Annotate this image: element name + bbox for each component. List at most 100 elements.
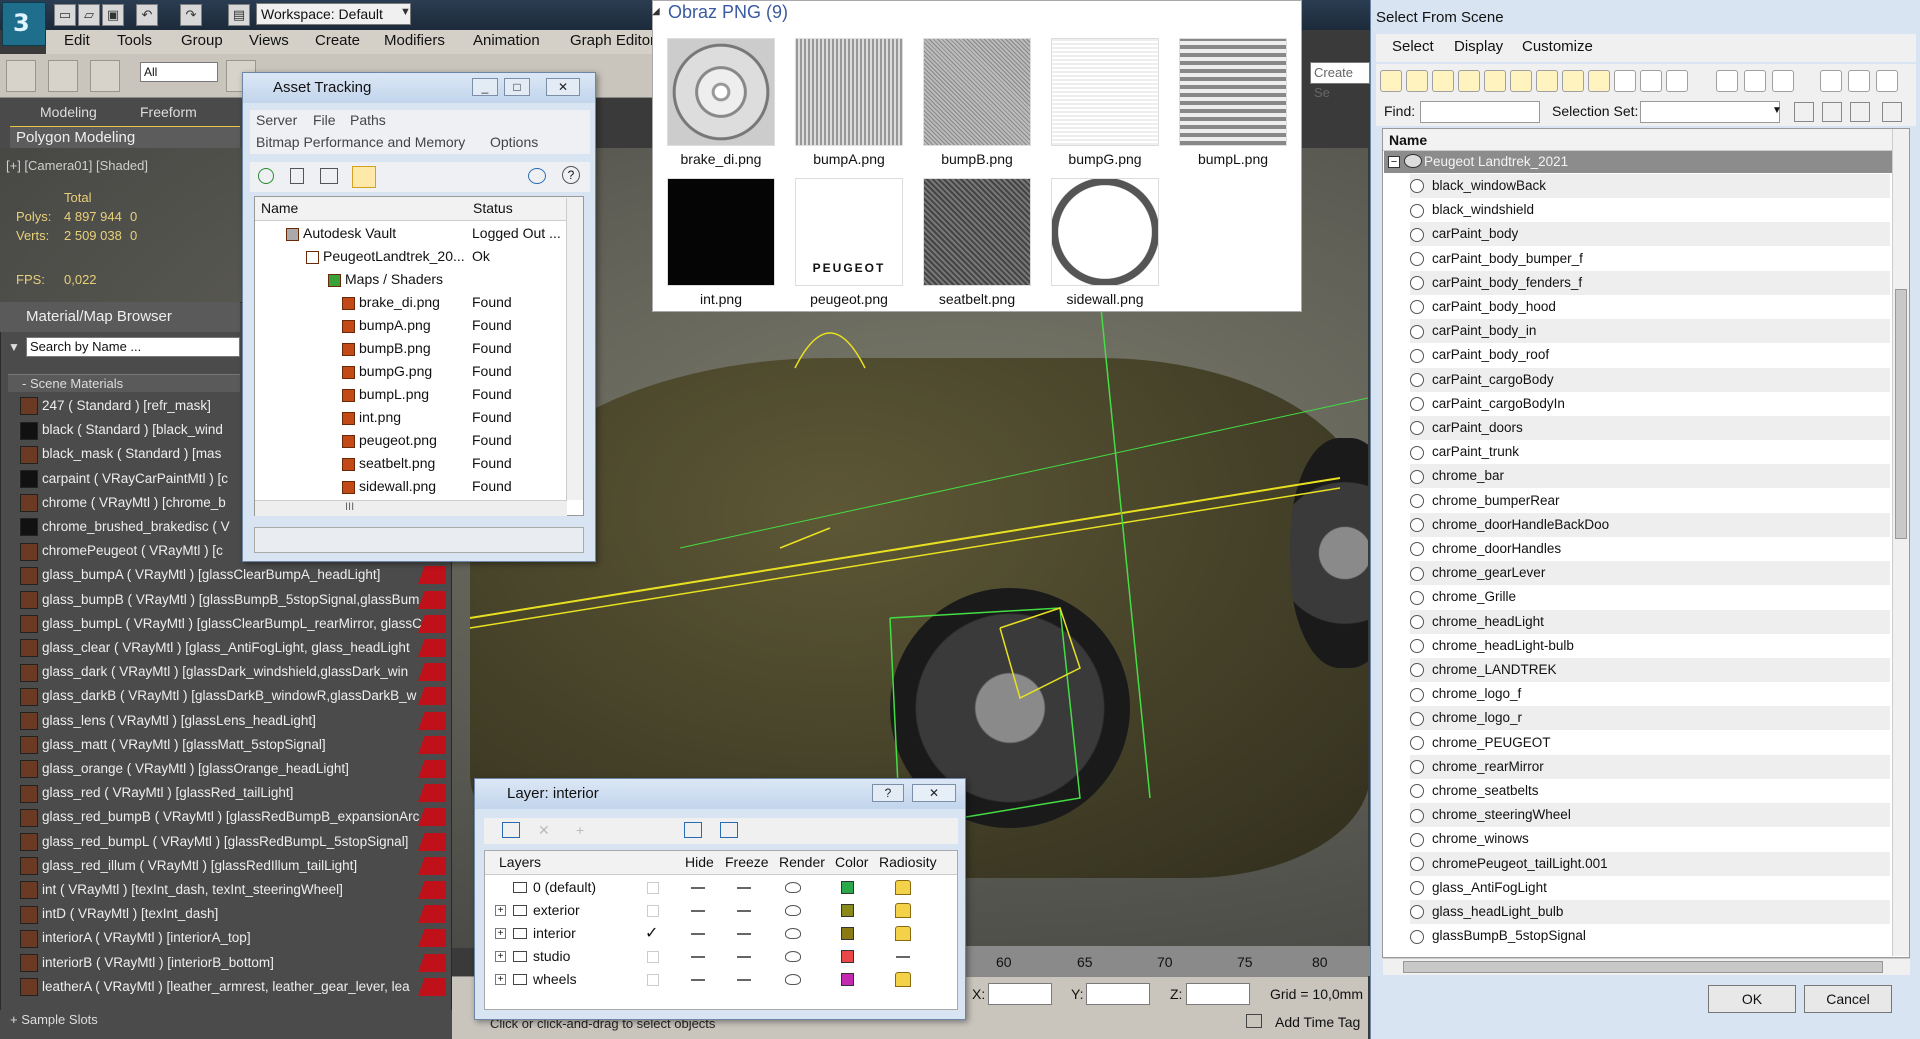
layer-color-swatch[interactable] [841, 927, 854, 940]
scene-list-horizontal-scrollbar[interactable] [1383, 958, 1910, 975]
redo-icon[interactable]: ↷ [180, 4, 202, 26]
col-layers[interactable]: Layers [499, 854, 541, 870]
menu-select[interactable]: Select [1392, 38, 1434, 55]
sample-slots-group[interactable]: + Sample Slots [0, 1010, 452, 1039]
scene-object-row[interactable]: carPaint_body_fenders_f [1410, 270, 1890, 295]
display-frozen-icon[interactable] [1640, 70, 1662, 92]
freeze-toggle[interactable] [737, 933, 751, 935]
material-item[interactable]: glass_bumpL ( VRayMtl ) [glassClearBumpL… [20, 613, 446, 635]
png-thumbnail[interactable] [795, 38, 903, 146]
workspace-chevron-icon[interactable]: ▼ [400, 6, 411, 18]
radiosity-icon[interactable] [895, 926, 911, 941]
scene-object-row[interactable]: chrome_logo_r [1410, 706, 1890, 731]
menu-modifiers[interactable]: Modifiers [384, 32, 445, 49]
scene-list-vertical-scrollbar[interactable] [1892, 129, 1909, 956]
current-layer-checkbox[interactable] [647, 882, 659, 894]
expand-toggle-icon[interactable]: + [495, 974, 506, 985]
col-name[interactable]: Name [261, 200, 298, 216]
expand-toggle-icon[interactable]: + [495, 905, 506, 916]
col-color[interactable]: Color [835, 854, 868, 870]
selection-filter-dropdown[interactable]: All [140, 62, 218, 82]
menu-graph-editors[interactable]: Graph Editors [570, 32, 663, 49]
layer-row[interactable]: + wheels [485, 968, 957, 991]
layer-color-swatch[interactable] [841, 904, 854, 917]
list-view-icon[interactable] [290, 168, 304, 184]
png-thumbnail[interactable] [923, 38, 1031, 146]
col-status[interactable]: Status [473, 200, 513, 216]
material-item[interactable]: glass_orange ( VRayMtl ) [glassOrange_he… [20, 758, 446, 780]
png-thumbnail[interactable] [1051, 178, 1159, 286]
display-shapes-icon[interactable] [1406, 70, 1428, 92]
scene-object-row[interactable]: carPaint_body_in [1410, 319, 1890, 344]
y-coord-input[interactable] [1086, 983, 1150, 1005]
selection-set-dropdown[interactable] [1640, 101, 1780, 123]
hide-toggle[interactable] [691, 956, 705, 958]
freeze-toggle[interactable] [737, 956, 751, 958]
create-selection-set-input[interactable]: Create Se [1310, 62, 1370, 100]
undo-icon[interactable]: ↶ [136, 4, 158, 26]
display-hidden-icon[interactable] [1666, 70, 1688, 92]
scene-object-row[interactable]: carPaint_cargoBodyIn [1410, 392, 1890, 416]
render-teapot-icon[interactable] [785, 974, 801, 985]
material-item[interactable]: interiorB ( VRayMtl ) [interiorB_bottom] [20, 952, 446, 974]
menu-views[interactable]: Views [249, 32, 289, 49]
layer-close-button[interactable]: ✕ [912, 784, 956, 802]
scene-object-row[interactable]: chrome_LANDTREK [1410, 658, 1890, 682]
scene-object-row[interactable]: chromePeugeot_tailLight.001 [1410, 851, 1890, 876]
scene-object-row[interactable]: chrome_bumperRear [1410, 489, 1890, 513]
add-time-tag-button[interactable]: Add Time Tag [1275, 1014, 1360, 1030]
layer-row[interactable]: 0 (default) [485, 876, 957, 899]
png-thumbnail[interactable] [1179, 38, 1287, 146]
render-teapot-icon[interactable] [785, 882, 801, 893]
scene-object-row[interactable]: glassBumpB_5stopSignal [1410, 924, 1890, 948]
current-layer-checkbox[interactable] [647, 974, 659, 986]
new-layer-icon[interactable] [502, 822, 520, 838]
material-item[interactable]: intD ( VRayMtl ) [texInt_dash] [20, 903, 446, 925]
scene-object-row[interactable]: black_windshield [1410, 198, 1890, 222]
layer-color-swatch[interactable] [841, 950, 854, 963]
scene-object-row[interactable]: chrome_gearLever [1410, 561, 1890, 586]
display-geometry-icon[interactable] [1380, 70, 1402, 92]
asset-row[interactable]: peugeot.png Found [256, 429, 566, 452]
current-layer-checkbox[interactable] [647, 905, 659, 917]
material-item[interactable]: glass_bumpA ( VRayMtl ) [glassClearBumpA… [20, 564, 446, 586]
col-freeze[interactable]: Freeze [725, 854, 769, 870]
add-to-selection-set-icon[interactable] [1850, 102, 1870, 122]
scene-object-row[interactable]: chrome_logo_f [1410, 682, 1890, 706]
asset-row[interactable]: bumpB.png Found [256, 337, 566, 360]
expand-toggle-icon[interactable]: + [495, 928, 506, 939]
asset-vertical-scrollbar[interactable] [566, 198, 583, 500]
bind-space-warp-icon[interactable] [90, 60, 120, 92]
material-item[interactable]: glass_darkB ( VRayMtl ) [glassDarkB_wind… [20, 685, 446, 707]
asset-row[interactable]: PeugeotLandtrek_20... Ok [256, 245, 566, 268]
render-teapot-icon[interactable] [785, 951, 801, 962]
menu-bitmap-performance[interactable]: Bitmap Performance and Memory [256, 134, 465, 150]
time-tag-icon[interactable] [1246, 1014, 1262, 1028]
tree-view-icon[interactable] [320, 168, 338, 184]
scene-object-row[interactable]: carPaint_trunk [1410, 440, 1890, 464]
ok-button[interactable]: OK [1708, 985, 1796, 1013]
remove-selection-set-icon[interactable] [1822, 102, 1842, 122]
material-item[interactable]: glass_red ( VRayMtl ) [glassRed_tailLigh… [20, 782, 446, 804]
asset-row[interactable]: bumpL.png Found [256, 383, 566, 406]
ribbon-tab-modeling[interactable]: Modeling [40, 104, 97, 120]
sync-selection-icon[interactable] [1848, 70, 1870, 92]
help-icon[interactable]: ? [562, 166, 580, 184]
scene-object-row[interactable]: carPaint_body_bumper_f [1410, 247, 1890, 271]
menu-display[interactable]: Display [1454, 38, 1503, 55]
x-coord-input[interactable] [988, 983, 1052, 1005]
material-item[interactable]: glass_bumpB ( VRayMtl ) [glassBumpB_5sto… [20, 589, 446, 611]
layer-row[interactable]: + exterior [485, 899, 957, 922]
hide-toggle[interactable] [691, 887, 705, 889]
menu-create[interactable]: Create [315, 32, 360, 49]
refresh-icon[interactable] [258, 168, 274, 184]
material-item[interactable]: glass_red_illum ( VRayMtl ) [glassRedIll… [20, 855, 446, 877]
display-containers-icon[interactable] [1614, 70, 1636, 92]
menu-edit[interactable]: Edit [64, 32, 90, 49]
asset-row[interactable]: sidewall.png Found [256, 475, 566, 498]
expand-toggle-icon[interactable]: + [495, 951, 506, 962]
maximize-button[interactable]: □ [504, 78, 530, 96]
col-radiosity[interactable]: Radiosity [879, 854, 937, 870]
scene-materials-group[interactable]: - Scene Materials [8, 374, 240, 392]
render-teapot-icon[interactable] [785, 928, 801, 939]
